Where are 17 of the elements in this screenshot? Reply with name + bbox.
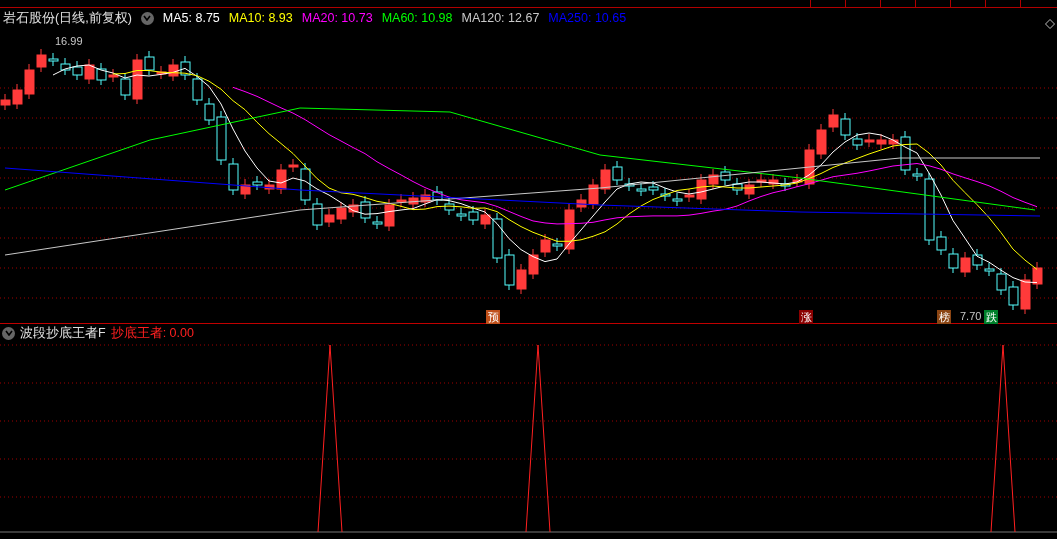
price-label: 16.99 (55, 35, 83, 47)
ma-value: MA20: 10.73 (301, 9, 373, 27)
indicator-value: 抄底王者: 0.00 (110, 324, 194, 342)
signal-marker: 涨 (799, 310, 813, 324)
ma-value: MA250: 10.65 (548, 9, 627, 27)
ma-value: MA60: 10.98 (381, 9, 453, 27)
stock-title: 岩石股份(日线,前复权) (3, 9, 132, 27)
dropdown-icon[interactable] (140, 11, 154, 25)
signal-marker: 榜 (937, 310, 951, 324)
ma-value: MA10: 8.93 (228, 9, 293, 27)
ma-value: MA120: 12.67 (461, 9, 540, 27)
indicator-name: 波段抄底王者F (20, 324, 106, 342)
ma-value: MA5: 8.75 (162, 9, 220, 27)
signal-marker: 跌 (984, 310, 998, 324)
price-label: 7.70 (960, 310, 982, 322)
signal-marker: 预 (486, 310, 500, 324)
dropdown-icon[interactable] (2, 326, 15, 340)
